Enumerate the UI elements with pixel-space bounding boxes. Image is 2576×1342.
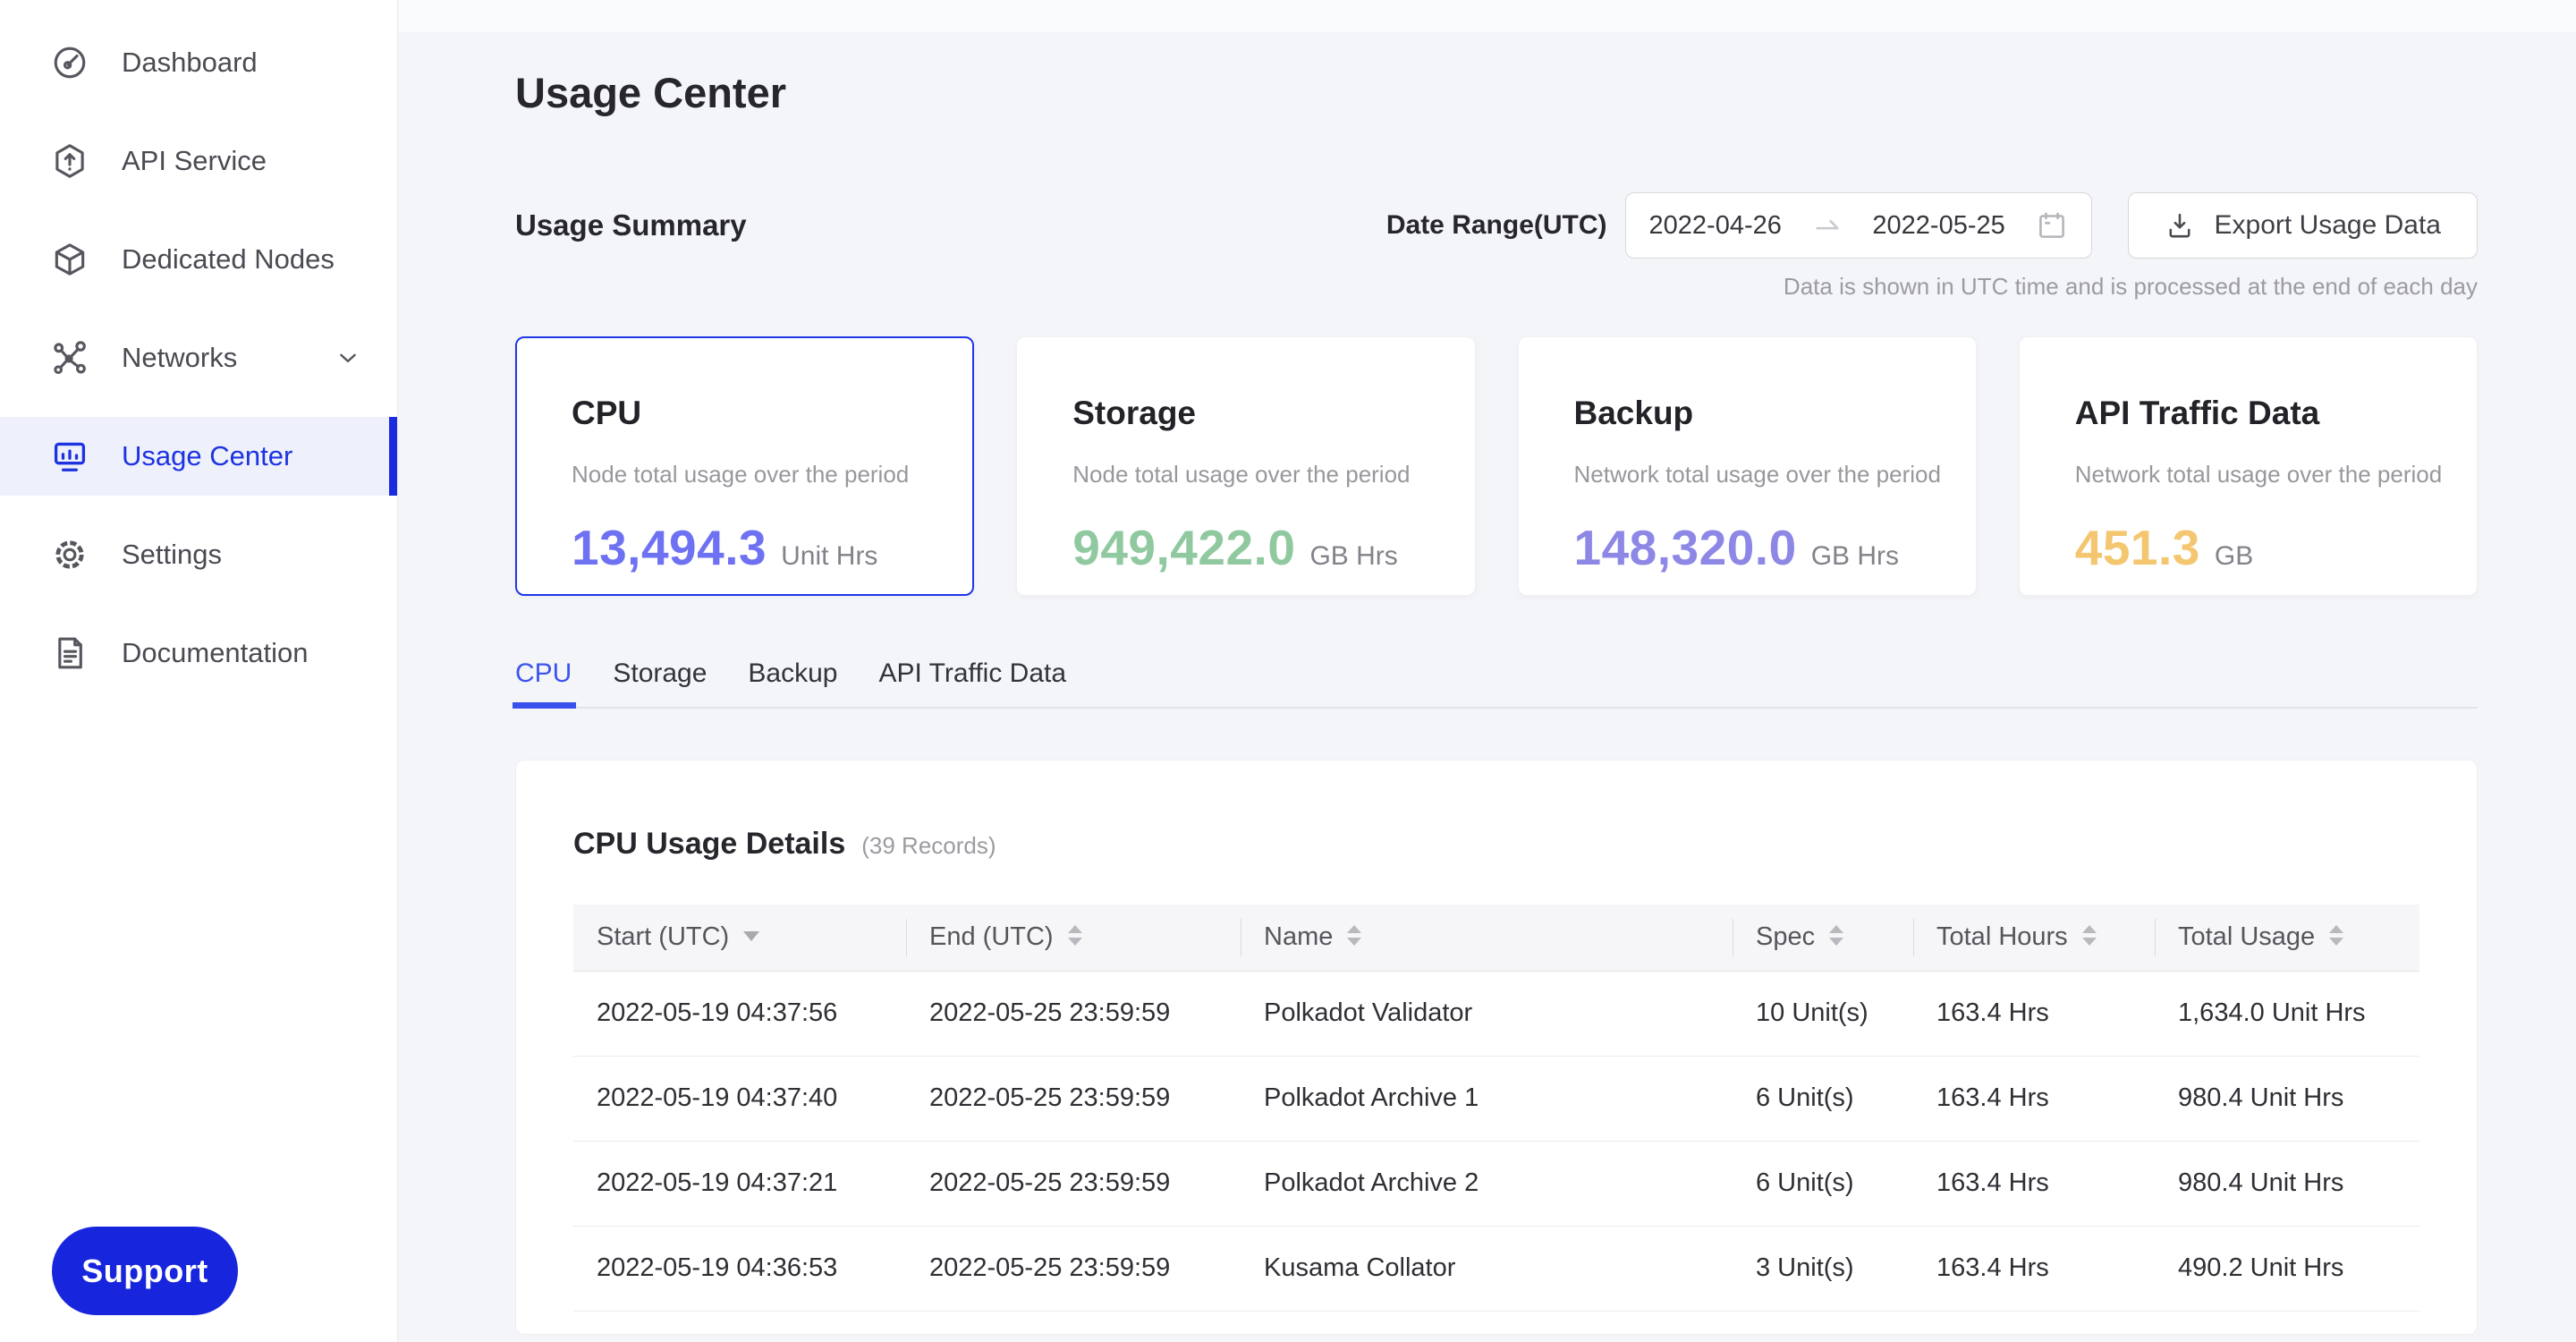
table-row: 2022-05-19 04:37:40 2022-05-25 23:59:59 … xyxy=(573,1056,2419,1141)
summary-card-storage[interactable]: Storage Node total usage over the period… xyxy=(1016,336,1475,596)
dashboard-icon xyxy=(50,43,89,82)
card-unit: GB Hrs xyxy=(1309,541,1397,572)
records-count: (39 Records) xyxy=(861,832,996,860)
sidebar-item-label: API Service xyxy=(122,145,267,177)
column-header-end[interactable]: End (UTC) xyxy=(906,905,1241,971)
card-title: Storage xyxy=(1072,395,1442,432)
summary-card-backup[interactable]: Backup Network total usage over the peri… xyxy=(1518,336,1977,596)
tab-storage[interactable]: Storage xyxy=(613,658,707,707)
sidebar: Dashboard API Service Dedicated Nodes xyxy=(0,0,398,1342)
sort-icon xyxy=(1068,925,1082,946)
chevron-down-icon xyxy=(335,344,361,371)
export-usage-data-button[interactable]: Export Usage Data xyxy=(2128,192,2478,259)
card-unit: GB xyxy=(2215,541,2253,572)
settings-icon xyxy=(50,535,89,574)
table-row: 2022-05-19 04:37:21 2022-05-25 23:59:59 … xyxy=(573,1141,2419,1226)
summary-card-cpu[interactable]: CPU Node total usage over the period 13,… xyxy=(515,336,974,596)
card-value: 949,422.0 xyxy=(1072,519,1295,576)
download-icon xyxy=(2165,210,2195,241)
card-title: Backup xyxy=(1574,395,1944,432)
summary-card-api-traffic[interactable]: API Traffic Data Network total usage ove… xyxy=(2019,336,2478,596)
cpu-usage-details-panel: CPU Usage Details (39 Records) Start (UT… xyxy=(515,760,2478,1335)
documentation-icon xyxy=(50,633,89,673)
card-unit: Unit Hrs xyxy=(781,541,877,572)
sidebar-item-settings[interactable]: Settings xyxy=(0,515,397,594)
date-range-picker[interactable]: 2022-04-26 2022-05-25 xyxy=(1625,192,2092,259)
sidebar-item-dashboard[interactable]: Dashboard xyxy=(0,23,397,102)
sidebar-item-label: Dashboard xyxy=(122,47,258,79)
column-header-total-hours[interactable]: Total Hours xyxy=(1913,905,2155,971)
sidebar-item-documentation[interactable]: Documentation xyxy=(0,614,397,692)
sort-icon xyxy=(1829,925,1843,946)
page-title: Usage Center xyxy=(515,0,2478,117)
calendar-icon xyxy=(2036,209,2068,242)
column-header-start[interactable]: Start (UTC) xyxy=(573,905,906,971)
sort-icon xyxy=(1347,925,1361,946)
sidebar-item-usage-center[interactable]: Usage Center xyxy=(0,417,397,496)
sidebar-item-label: Settings xyxy=(122,539,222,571)
tab-cpu[interactable]: CPU xyxy=(515,658,572,707)
table-header-row: Start (UTC) End (UTC) Name Spec Total Ho xyxy=(573,905,2419,971)
sidebar-item-label: Documentation xyxy=(122,637,309,669)
sidebar-item-label: Networks xyxy=(122,342,237,374)
card-title: API Traffic Data xyxy=(2075,395,2445,432)
card-value: 13,494.3 xyxy=(572,519,767,576)
tab-backup[interactable]: Backup xyxy=(748,658,837,707)
table-row: 2022-05-19 04:37:56 2022-05-25 23:59:59 … xyxy=(573,971,2419,1056)
usage-center-icon xyxy=(50,437,89,476)
sidebar-nav: Dashboard API Service Dedicated Nodes xyxy=(0,0,397,692)
sidebar-item-label: Dedicated Nodes xyxy=(122,243,335,276)
main-content: Usage Center Usage Summary Date Range(UT… xyxy=(399,0,2576,1342)
summary-controls: Date Range(UTC) 2022-04-26 2022-05-25 xyxy=(1386,192,2478,259)
summary-cards: CPU Node total usage over the period 13,… xyxy=(515,336,2478,596)
column-header-spec[interactable]: Spec xyxy=(1733,905,1913,971)
sort-icon xyxy=(2329,925,2343,946)
sidebar-item-networks[interactable]: Networks xyxy=(0,319,397,397)
sort-desc-icon xyxy=(743,931,759,941)
date-range-end[interactable]: 2022-05-25 xyxy=(1872,211,2004,241)
sidebar-item-api-service[interactable]: API Service xyxy=(0,122,397,200)
column-header-name[interactable]: Name xyxy=(1241,905,1733,971)
card-description: Node total usage over the period xyxy=(1072,461,1442,488)
card-value: 148,320.0 xyxy=(1574,519,1797,576)
sidebar-item-label: Usage Center xyxy=(122,440,292,472)
card-description: Network total usage over the period xyxy=(2075,461,2445,488)
dedicated-nodes-icon xyxy=(50,240,89,279)
date-range-start[interactable]: 2022-04-26 xyxy=(1649,211,1782,241)
api-service-icon xyxy=(50,141,89,181)
card-unit: GB Hrs xyxy=(1811,541,1899,572)
card-description: Node total usage over the period xyxy=(572,461,941,488)
date-range-label: Date Range(UTC) xyxy=(1386,210,1607,241)
sidebar-item-dedicated-nodes[interactable]: Dedicated Nodes xyxy=(0,220,397,299)
tab-api-traffic-data[interactable]: API Traffic Data xyxy=(879,658,1067,707)
card-value: 451.3 xyxy=(2075,519,2200,576)
utc-note: Data is shown in UTC time and is process… xyxy=(515,273,2478,301)
card-description: Network total usage over the period xyxy=(1574,461,1944,488)
table-row: 2022-05-19 04:36:53 2022-05-25 23:59:59 … xyxy=(573,1226,2419,1311)
networks-icon xyxy=(50,338,89,378)
arrow-right-icon xyxy=(1812,210,1843,241)
sort-icon xyxy=(2082,925,2097,946)
column-header-total-usage[interactable]: Total Usage xyxy=(2155,905,2419,971)
card-title: CPU xyxy=(572,395,941,432)
usage-summary-heading: Usage Summary xyxy=(515,208,747,242)
export-button-label: Export Usage Data xyxy=(2215,210,2441,241)
support-button[interactable]: Support xyxy=(52,1227,238,1315)
usage-tabs: CPU Storage Backup API Traffic Data xyxy=(515,658,2478,709)
usage-table: Start (UTC) End (UTC) Name Spec Total Ho xyxy=(573,905,2419,1312)
details-title: CPU Usage Details xyxy=(573,827,845,862)
